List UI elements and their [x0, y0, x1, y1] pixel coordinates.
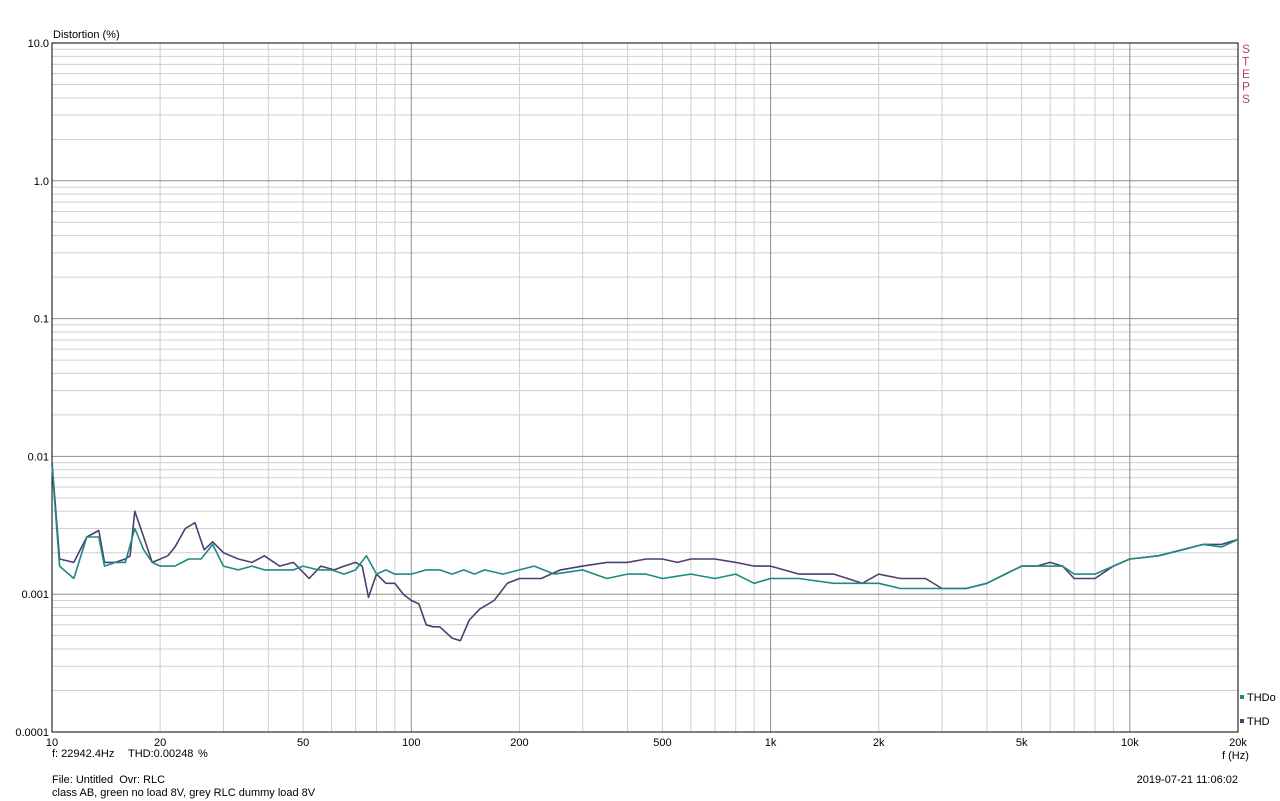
series-line-thd: [51, 462, 1239, 642]
measurement-description: class AB, green no load 8V, grey RLC dum…: [52, 787, 316, 799]
readout-frequency: f: 22942.4Hz: [52, 748, 115, 760]
x-tick-label: 500: [653, 737, 671, 749]
grid-minor: [52, 43, 1239, 732]
x-tick-label: 5k: [1016, 737, 1028, 749]
y-tick-label: 10.0: [28, 38, 49, 50]
y-tick-labels: 10.0 1.0 0.1 0.01 0.001 0.0001: [15, 38, 49, 739]
y-tick-label: 0.01: [28, 451, 49, 463]
steps-side-label: STEPS: [1242, 42, 1250, 106]
legend: THDo THD: [1240, 692, 1276, 728]
x-axis-label: f (Hz): [1222, 750, 1249, 762]
file-info: File: Untitled Ovr: RLC: [52, 774, 166, 786]
legend-label-thd: THD: [1247, 716, 1270, 728]
x-tick-label: 100: [402, 737, 420, 749]
distortion-chart: 10.01.00.10.010.0010.0001 10 20 50 100 200 50…: [15, 29, 1276, 762]
grid-major: [51, 42, 1238, 733]
series-line-thdo: [51, 466, 1239, 590]
readout-unit: %: [198, 748, 208, 760]
series-lines: [51, 462, 1239, 642]
legend-marker-thd: [1240, 719, 1244, 723]
plot-border: [51, 42, 1239, 733]
y-tick-label: 0.1: [34, 314, 49, 326]
y-axis-label: Distortion (%): [53, 29, 120, 41]
x-tick-label: 200: [510, 737, 528, 749]
legend-marker-thdo: [1240, 695, 1244, 699]
x-tick-label: 50: [297, 737, 309, 749]
x-tick-label: 1k: [765, 737, 777, 749]
x-tick-label: 10k: [1121, 737, 1139, 749]
timestamp: 2019-07-21 11:06:02: [1136, 774, 1238, 786]
legend-label-thdo: THDo: [1247, 692, 1276, 704]
y-tick-label: 0.0001: [15, 727, 49, 739]
x-tick-labels: 10 20 50 100 200 500 1k 2k 5k 10k 20k: [46, 737, 1247, 749]
x-tick-label: 2k: [873, 737, 885, 749]
y-tick-label: 1.0: [34, 176, 49, 188]
x-tick-label: 20k: [1229, 737, 1247, 749]
readout-thd: THD:0.00248: [128, 748, 194, 760]
y-tick-label: 0.001: [21, 589, 49, 601]
